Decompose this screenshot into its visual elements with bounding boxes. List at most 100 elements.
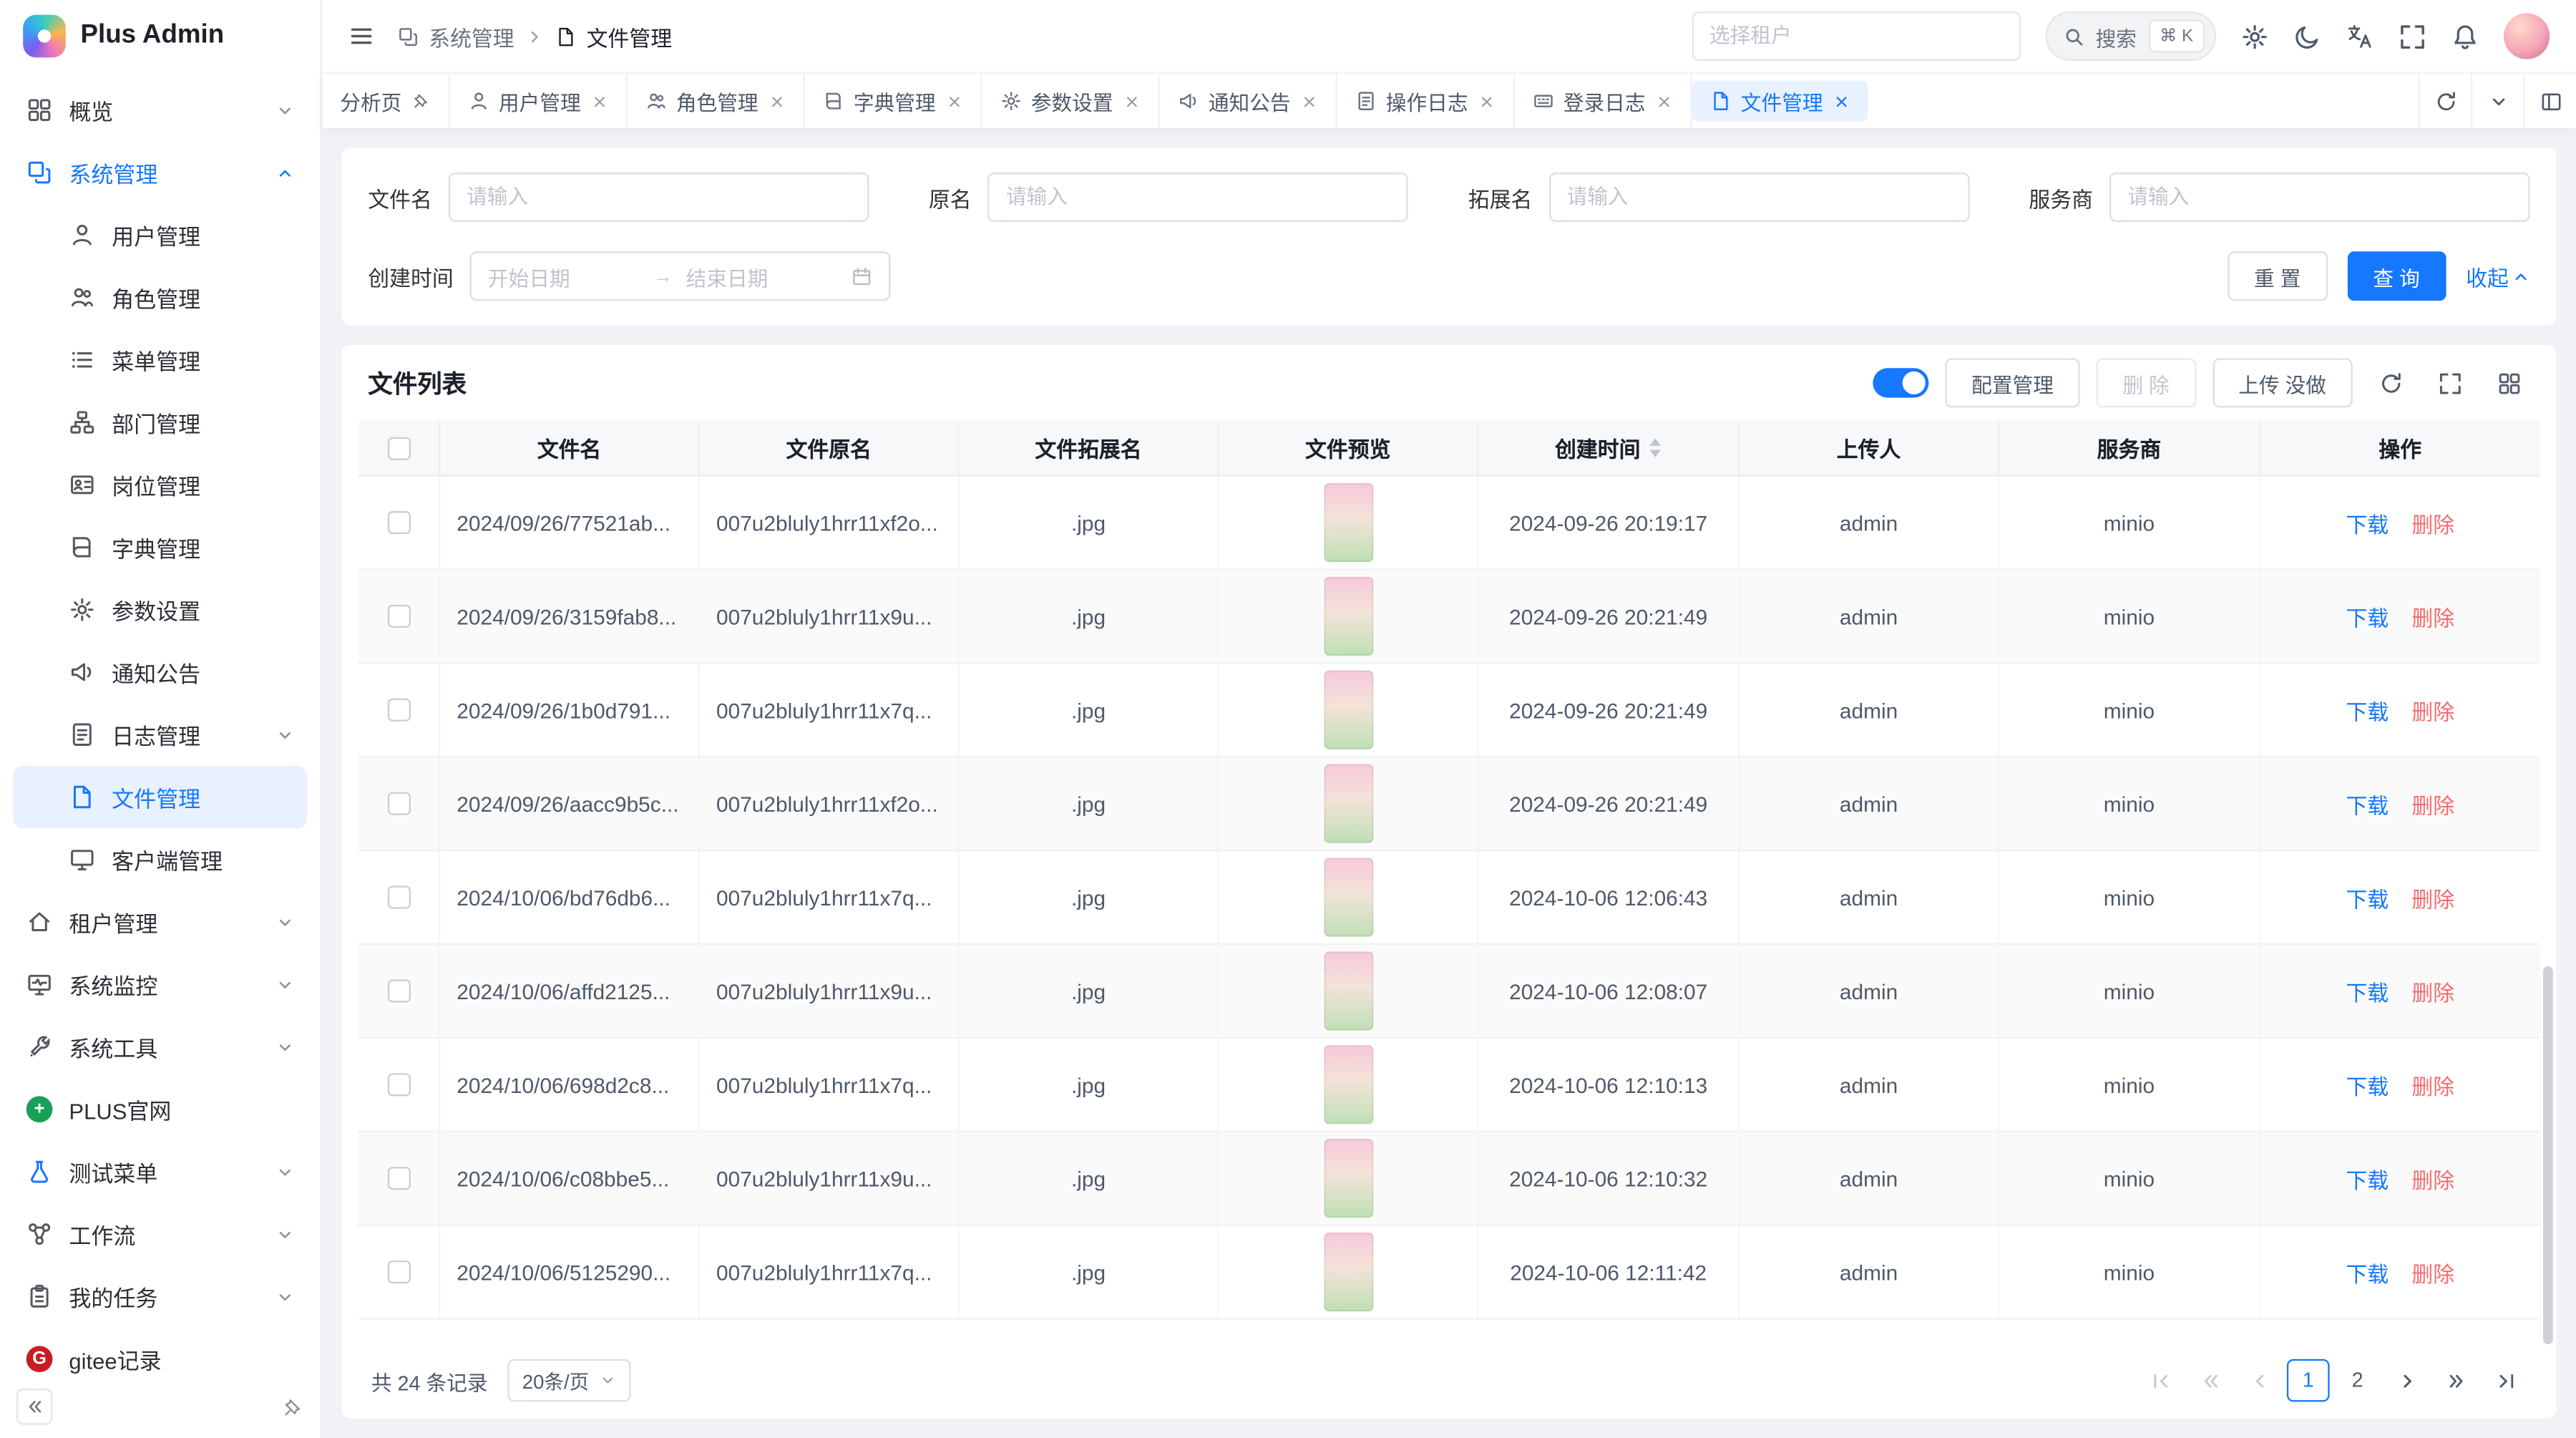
tab-login-log[interactable]: 登录日志 [1514, 74, 1692, 128]
delete-link[interactable]: 删除 [2411, 1256, 2454, 1288]
row-checkbox[interactable] [387, 1073, 410, 1096]
original-name-input[interactable] [1006, 185, 1390, 208]
tenant-select-input[interactable] [1709, 24, 2002, 47]
select-all-checkbox[interactable] [387, 437, 410, 460]
row-checkbox[interactable] [387, 1260, 410, 1283]
col-create-time[interactable]: 创建时间 [1478, 421, 1740, 477]
delete-button[interactable]: 删 除 [2097, 359, 2196, 408]
tab-role-management[interactable]: 角色管理 [627, 74, 804, 128]
sort-asc-icon[interactable] [1647, 437, 1662, 447]
provider-input[interactable] [2127, 185, 2512, 208]
download-link[interactable]: 下载 [2346, 882, 2389, 913]
sidebar-item-param-settings[interactable]: 参数设置 [13, 578, 307, 641]
sidebar-item-user-management[interactable]: 用户管理 [13, 204, 307, 266]
tab-analysis[interactable]: 分析页 [322, 74, 449, 128]
extension-input[interactable] [1567, 185, 1951, 208]
global-search[interactable]: 搜索 ⌘ K [2044, 11, 2216, 61]
sidebar-item-system-management[interactable]: 系统管理 [13, 141, 307, 203]
close-icon[interactable] [1655, 93, 1672, 110]
close-icon[interactable] [1833, 93, 1849, 110]
search-button[interactable]: 查 询 [2347, 251, 2446, 301]
config-management-button[interactable]: 配置管理 [1945, 359, 2079, 408]
sidebar-item-role-management[interactable]: 角色管理 [13, 266, 307, 329]
close-icon[interactable] [1300, 93, 1317, 110]
sidebar-item-menu-management[interactable]: 菜单管理 [13, 329, 307, 391]
tab-file-management[interactable]: 文件管理 [1692, 80, 1868, 121]
preview-image[interactable] [1323, 858, 1372, 936]
row-checkbox[interactable] [387, 885, 410, 908]
sidebar-item-client-management[interactable]: 客户端管理 [13, 828, 307, 890]
delete-link[interactable]: 删除 [2411, 976, 2454, 1007]
layout-panel-icon[interactable] [2524, 74, 2576, 128]
sidebar-item-workflow[interactable]: 工作流 [13, 1203, 307, 1265]
preview-image[interactable] [1323, 1139, 1372, 1218]
tab-operation-log[interactable]: 操作日志 [1337, 74, 1514, 128]
breadcrumb-item-system[interactable]: 系统管理 [398, 21, 514, 52]
delete-link[interactable]: 删除 [2411, 601, 2454, 632]
row-checkbox[interactable] [387, 699, 410, 722]
close-icon[interactable] [1123, 93, 1139, 110]
brand[interactable]: Plus Admin [0, 0, 321, 72]
sidebar-item-post-management[interactable]: 岗位管理 [13, 454, 307, 516]
sidebar-item-overview[interactable]: 概览 [13, 79, 307, 141]
sidebar-item-tenant-management[interactable]: 租户管理 [13, 890, 307, 953]
next-page-button[interactable] [2386, 1359, 2429, 1402]
delete-link[interactable]: 删除 [2411, 694, 2454, 726]
pin-icon[interactable] [411, 92, 429, 110]
preview-image[interactable] [1323, 577, 1372, 656]
first-page-button[interactable] [2139, 1359, 2182, 1402]
sort-desc-icon[interactable] [1647, 449, 1662, 459]
vertical-scrollbar[interactable] [2543, 966, 2553, 1344]
dark-mode-moon-icon[interactable] [2293, 22, 2321, 50]
sidebar-item-department-management[interactable]: 部门管理 [13, 391, 307, 453]
row-checkbox[interactable] [387, 979, 410, 1002]
tenant-select[interactable] [1692, 11, 2020, 61]
download-link[interactable]: 下载 [2346, 1256, 2389, 1288]
preview-image[interactable] [1323, 671, 1372, 749]
avatar[interactable] [2504, 13, 2550, 59]
download-link[interactable]: 下载 [2346, 976, 2389, 1007]
close-icon[interactable] [768, 93, 784, 110]
page-size-select[interactable]: 20条/页 [507, 1359, 630, 1402]
download-link[interactable]: 下载 [2346, 601, 2389, 632]
stripe-toggle[interactable] [1873, 368, 1928, 397]
filename-input[interactable] [467, 185, 851, 208]
tab-notice[interactable]: 通知公告 [1159, 74, 1337, 128]
column-settings-icon[interactable] [2487, 361, 2530, 404]
sidebar-item-system-tools[interactable]: 系统工具 [13, 1016, 307, 1078]
download-link[interactable]: 下载 [2346, 1162, 2389, 1194]
download-link[interactable]: 下载 [2346, 788, 2389, 820]
settings-gear-icon[interactable] [2241, 22, 2269, 50]
row-checkbox[interactable] [387, 605, 410, 628]
delete-link[interactable]: 删除 [2411, 882, 2454, 913]
row-checkbox[interactable] [387, 792, 410, 815]
menu-toggle-icon[interactable] [348, 23, 375, 49]
tab-dict-management[interactable]: 字典管理 [804, 74, 982, 128]
row-checkbox[interactable] [387, 511, 410, 534]
sidebar-item-log-management[interactable]: 日志管理 [13, 704, 307, 766]
tab-param-settings[interactable]: 参数设置 [982, 74, 1159, 128]
download-link[interactable]: 下载 [2346, 507, 2389, 538]
page-1-button[interactable]: 1 [2287, 1359, 2330, 1402]
preview-image[interactable] [1323, 483, 1372, 562]
close-icon[interactable] [945, 93, 962, 110]
delete-link[interactable]: 删除 [2411, 507, 2454, 538]
reset-button[interactable]: 重 置 [2228, 251, 2327, 301]
sidebar-item-dict-management[interactable]: 字典管理 [13, 516, 307, 578]
sidebar-item-test-menu[interactable]: 测试菜单 [13, 1140, 307, 1203]
chevron-down-icon[interactable] [2471, 74, 2523, 128]
jump-forward-button[interactable] [2435, 1359, 2478, 1402]
delete-link[interactable]: 删除 [2411, 1069, 2454, 1100]
jump-back-button[interactable] [2188, 1359, 2231, 1402]
row-checkbox[interactable] [387, 1167, 410, 1190]
pin-icon[interactable] [283, 1396, 304, 1417]
last-page-button[interactable] [2484, 1359, 2527, 1402]
close-icon[interactable] [1478, 93, 1494, 110]
sidebar-item-system-monitor[interactable]: 系统监控 [13, 953, 307, 1016]
fullscreen-icon[interactable] [2399, 22, 2426, 50]
sidebar-item-my-tasks[interactable]: 我的任务 [13, 1265, 307, 1328]
tab-user-management[interactable]: 用户管理 [449, 74, 627, 128]
refresh-icon[interactable] [2369, 361, 2412, 404]
sidebar-item-plus-website[interactable]: + PLUS官网 [13, 1078, 307, 1140]
breadcrumb-item-file[interactable]: 文件管理 [555, 21, 672, 52]
